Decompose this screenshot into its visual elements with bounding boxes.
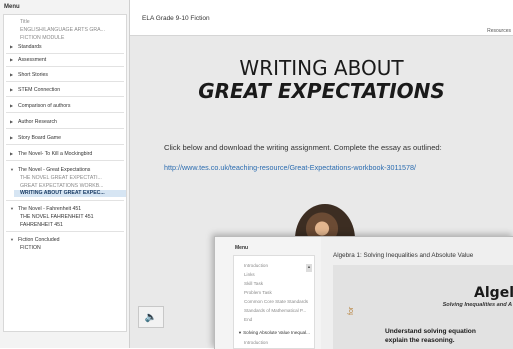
- menu-item-comparison-of-authors[interactable]: ▶ Comparison of authors: [10, 103, 70, 109]
- scroll-up-icon[interactable]: ▲: [306, 264, 312, 272]
- divider: [6, 160, 124, 161]
- divider: [6, 112, 124, 113]
- resources-link[interactable]: Resources: [487, 28, 511, 34]
- chevron-right-icon: ▶: [10, 135, 14, 140]
- menu-item-fahrenheit-novel[interactable]: THE NOVEL FAHRENHEIT 451: [20, 214, 94, 220]
- chevron-right-icon: ▶: [10, 151, 14, 156]
- menu-item-short-stories[interactable]: ▶ Short Stories: [10, 72, 48, 78]
- chevron-right-icon: ▶: [10, 44, 14, 49]
- overlay-menu-title: Menu: [235, 245, 249, 251]
- overlay-menu-item[interactable]: Introduction: [244, 263, 268, 268]
- overlay-slide-subtitle: Solving Inequalities and A: [442, 302, 512, 308]
- menu-item-fahrenheit[interactable]: FAHRENHEIT 451: [20, 222, 63, 228]
- divider: [6, 200, 124, 201]
- menu-item-story-board-game[interactable]: ▶ Story Board Game: [10, 135, 61, 141]
- overlay-slide-title: Algel: [474, 285, 513, 301]
- chevron-right-icon: ▶: [10, 72, 14, 77]
- chevron-right-icon: ▶: [10, 87, 14, 92]
- slide-heading-1: WRITING ABOUT: [239, 56, 404, 80]
- divider: [6, 231, 124, 232]
- overlay-slide-text-1: Understand solving equation: [385, 328, 476, 335]
- menu-item-writing-about-great-expectations[interactable]: WRITING ABOUT GREAT EXPEC...: [14, 190, 126, 197]
- chevron-right-icon: ▶: [10, 103, 14, 108]
- menu-item-author-research[interactable]: ▶ Author Research: [10, 119, 57, 125]
- menu-item-standards[interactable]: ▶ Standards: [10, 44, 42, 50]
- menu-item-fiction-module[interactable]: FICTION MODULE: [20, 35, 64, 41]
- divider: [6, 96, 124, 97]
- menu-item-fiction[interactable]: FICTION: [20, 245, 41, 251]
- menu-item-great-expectations[interactable]: ▼ The Novel - Great Expectations: [10, 167, 90, 173]
- top-bar: ELA Grade 9-10 Fiction Resources: [130, 0, 513, 36]
- assignment-link[interactable]: http://www.tes.co.uk/teaching-resource/G…: [164, 163, 416, 172]
- menu-item-assessment[interactable]: ▶ Assessment: [10, 57, 46, 63]
- audio-button[interactable]: 🔈: [138, 306, 164, 328]
- overlay-menu-item[interactable]: Links: [244, 272, 255, 277]
- overlay-menu-item[interactable]: End: [244, 317, 252, 322]
- menu-item-fiction-concluded[interactable]: ▼ Fiction Concluded: [10, 237, 60, 243]
- menu-item-great-expectations-workbook[interactable]: GREAT EXPECTATIONS WORKB...: [20, 183, 104, 189]
- menu-item-stem-connection[interactable]: ▶ STEM Connection: [10, 87, 60, 93]
- menu-item-title[interactable]: Title: [20, 19, 30, 25]
- overlay-menu-item[interactable]: Introduction: [244, 340, 268, 345]
- menu-item-to-kill-a-mockingbird[interactable]: ▶ The Novel- To Kill a Mockingbird: [10, 151, 92, 157]
- sidebar-menu: Menu Title ENGLISH/LANGUAGE ARTS GRA... …: [0, 0, 130, 348]
- overlay-vertical-text: for: [348, 306, 355, 315]
- menu-title: Menu: [4, 4, 20, 10]
- chevron-down-icon: ▼: [10, 237, 14, 242]
- menu-item-course[interactable]: ENGLISH/LANGUAGE ARTS GRA...: [20, 27, 105, 33]
- chevron-down-icon: ▼: [10, 167, 14, 172]
- overlay-menu-item[interactable]: Skill Task: [244, 281, 263, 286]
- overlay-menu-item[interactable]: Common Core State Standards: [244, 299, 308, 304]
- menu-list: Title ENGLISH/LANGUAGE ARTS GRA... FICTI…: [3, 14, 127, 332]
- overlay-sidebar: Menu ▲ Introduction Links Skill Task Pro…: [215, 237, 322, 349]
- course-title: ELA Grade 9-10 Fiction: [142, 15, 210, 22]
- chevron-right-icon: ▶: [10, 57, 14, 62]
- overlay-main: Algebra 1: Solving Inequalities and Abso…: [321, 237, 513, 349]
- menu-item-great-expectations-novel[interactable]: THE NOVEL GREAT EXPECTATI...: [20, 175, 102, 181]
- menu-item-fahrenheit-451[interactable]: ▼ The Novel - Fahrenheit 451: [10, 206, 81, 212]
- divider: [6, 144, 124, 145]
- overlay-menu-list: ▲ Introduction Links Skill Task Problem …: [233, 255, 315, 349]
- overlay-course-title: Algebra 1: Solving Inequalities and Abso…: [333, 252, 474, 259]
- overlay-slide-text-2: explain the reasoning.: [385, 337, 455, 344]
- divider: [6, 53, 124, 54]
- overlay-screenshot: Menu ▲ Introduction Links Skill Task Pro…: [214, 236, 513, 349]
- overlay-menu-item[interactable]: Standards of Mathematical P...: [244, 308, 306, 313]
- divider: [6, 66, 124, 67]
- slide-heading-2: GREAT EXPECTATIONS: [198, 79, 445, 103]
- overlay-slide: Algel Solving Inequalities and A for Und…: [333, 265, 513, 349]
- divider: [6, 81, 124, 82]
- speaker-icon: 🔈: [144, 311, 158, 323]
- overlay-menu-item-solving-inequalities[interactable]: ▼ Solving Absolute Value Inequal...: [238, 330, 310, 335]
- slide-instruction: Click below and download the writing ass…: [164, 143, 442, 152]
- chevron-down-icon: ▼: [10, 206, 14, 211]
- overlay-menu-item[interactable]: Problem Task: [244, 290, 272, 295]
- divider: [6, 128, 124, 129]
- chevron-right-icon: ▶: [10, 119, 14, 124]
